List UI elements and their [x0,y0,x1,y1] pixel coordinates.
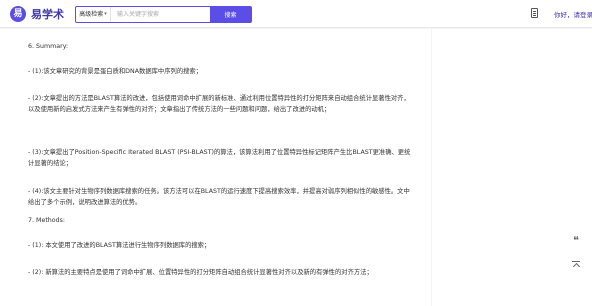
site-logo[interactable]: 易 易学术 [10,5,64,23]
search-mode-label: 高级检索 [79,11,104,18]
document-icon[interactable] [531,8,538,18]
right-sidebar [432,29,592,306]
article-content-panel: 6. Summary: - (1):该文章研究的背景是蛋白质和DNA数据库中序列… [0,29,431,306]
search-button[interactable]: 搜索 [210,7,251,22]
top-navigation-bar: 易 易学术 高级检索 ▾ 搜索 你好，请登录 [0,0,592,28]
summary-item-1: - (1):该文章研究的背景是蛋白质和DNA数据库中序列的搜索； [28,68,203,75]
search-box: 高级检索 ▾ 搜索 [75,6,252,23]
summary-item-2: - (2):文章提出的方法是BLAST算法的改进，包括使用词命中扩展的新标准、通… [28,95,410,113]
search-input[interactable] [111,7,210,22]
section-heading-methods: 7. Methods: [28,217,66,224]
summary-item-3: - (3):文章提出了Position-Specific Iterated BL… [28,149,411,167]
search-mode-select[interactable]: 高级检索 ▾ [76,7,111,22]
logo-mark-icon: 易 [10,6,26,22]
back-to-top-icon[interactable] [571,260,581,270]
section-heading-summary: 6. Summary: [28,43,69,50]
summary-item-4: - (4):该文主要针对生物序列数据库搜索的任务。该方法可以在BLAST的运行速… [28,188,410,206]
chevron-down-icon: ▾ [104,11,107,17]
login-link[interactable]: 你好，请登录 [554,9,592,19]
quote-icon[interactable]: ❝ [569,234,583,247]
methods-item-2: - (2): 新算法的主要特点是使用了词命中扩展、位置特异性的打分矩阵自动组合统… [28,269,373,276]
methods-item-1: - (1): 本文使用了改进的BLAST算法进行生物序列数据库的搜索； [28,242,211,249]
logo-text: 易学术 [31,8,64,21]
